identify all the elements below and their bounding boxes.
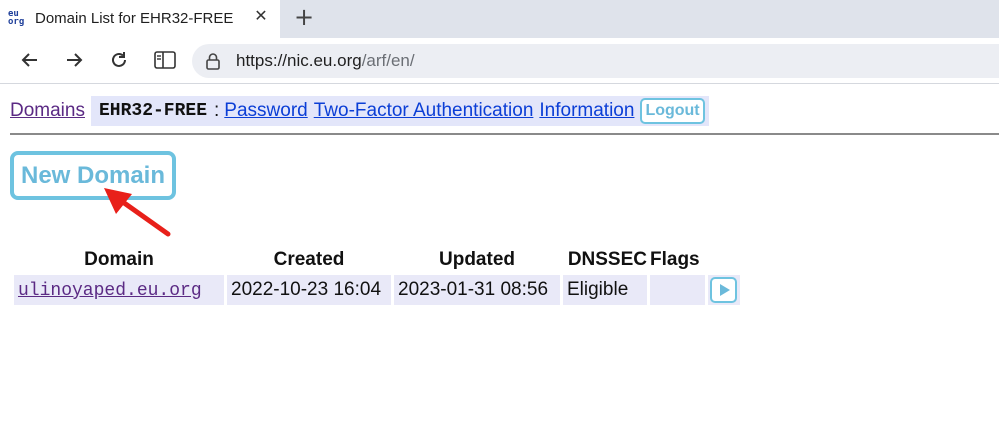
domain-link[interactable]: ulinoyaped.eu.org [18, 281, 202, 301]
two-factor-link[interactable]: Two-Factor Authentication [314, 100, 534, 122]
account-nav: Domains EHR32-FREE : Password Two-Factor… [10, 96, 709, 126]
user-bar: EHR32-FREE : Password Two-Factor Authent… [90, 96, 709, 126]
address-bar[interactable]: https://nic.eu.org/arf/en/ [192, 44, 999, 78]
reload-icon[interactable] [107, 48, 131, 72]
flags-cell [650, 275, 705, 305]
action-cell [708, 275, 740, 305]
col-created: Created [273, 249, 345, 270]
tab-strip: eu org Domain List for EHR32-FREE ✕ + [0, 0, 999, 38]
updated-cell: 2023-01-31 08:56 [394, 275, 560, 305]
annotation-arrow-icon [104, 188, 171, 237]
col-action [708, 248, 740, 272]
url-text: https://nic.eu.org/arf/en/ [236, 51, 415, 71]
back-arrow-icon[interactable] [18, 48, 42, 72]
lock-icon [206, 52, 220, 75]
table-header-row: Domain Created Updated DNSSEC Flags [14, 248, 740, 272]
information-link[interactable]: Information [539, 100, 634, 122]
url-host: https://nic.eu.org [236, 51, 362, 70]
eu-org-favicon-icon: eu org [8, 8, 28, 28]
dnssec-cell: Eligible [563, 275, 647, 305]
created-cell: 2022-10-23 16:04 [227, 275, 391, 305]
browser-toolbar: https://nic.eu.org/arf/en/ [0, 38, 999, 84]
tab-title: Domain List for EHR32-FREE [35, 10, 234, 27]
url-path: /arf/en/ [361, 51, 415, 70]
password-link[interactable]: Password [224, 100, 307, 122]
open-domain-button[interactable] [710, 277, 737, 303]
handle-separator: : [214, 100, 220, 121]
user-handle: EHR32-FREE [98, 101, 208, 121]
col-domain: Domain [84, 249, 154, 270]
domain-cell: ulinoyaped.eu.org [14, 275, 224, 305]
divider [10, 133, 999, 135]
favicon-line-2: org [8, 17, 25, 27]
col-flags: Flags [650, 249, 700, 270]
domain-table: Domain Created Updated DNSSEC Flags ulin… [11, 245, 743, 308]
logout-button[interactable]: Logout [640, 98, 705, 124]
browser-tab[interactable]: eu org Domain List for EHR32-FREE ✕ [0, 0, 280, 38]
new-tab-icon[interactable]: + [292, 5, 316, 30]
domains-link[interactable]: Domains [10, 100, 85, 122]
forward-arrow-icon[interactable] [62, 48, 86, 72]
table-row: ulinoyaped.eu.org 2022-10-23 16:04 2023-… [14, 275, 740, 305]
close-tab-icon[interactable]: ✕ [252, 8, 270, 26]
play-icon [719, 284, 730, 296]
col-updated: Updated [439, 249, 515, 270]
reader-view-icon[interactable] [153, 48, 177, 72]
col-dnssec: DNSSEC [567, 249, 647, 270]
